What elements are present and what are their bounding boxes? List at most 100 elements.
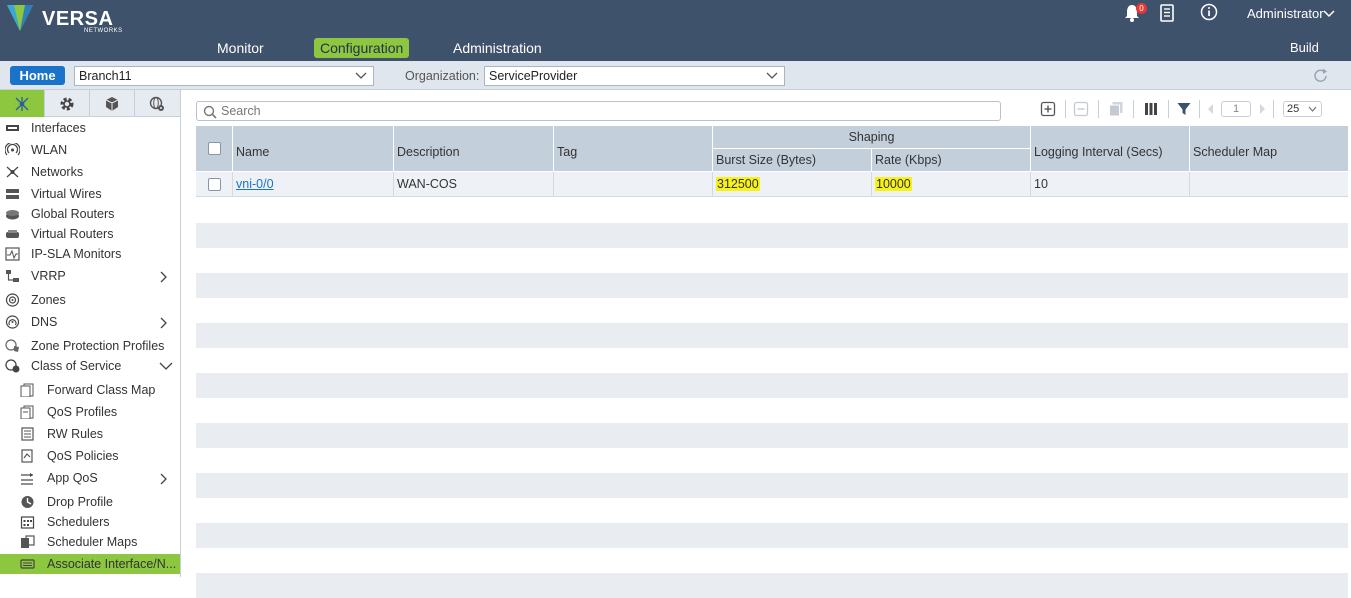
refresh-icon[interactable]	[1312, 68, 1330, 84]
sidebar-item-qos-profiles[interactable]: QoS Profiles	[0, 402, 180, 422]
row-name-link[interactable]: vni-0/0	[236, 177, 274, 191]
versa-logo[interactable]: VERSA NETWORKS	[4, 3, 122, 34]
sidebar-item-rw-rules[interactable]: RW Rules	[0, 424, 180, 444]
column-header-scheduler-map[interactable]: Scheduler Map	[1190, 126, 1348, 172]
sidebar-item-label: App QoS	[47, 471, 98, 485]
build-link[interactable]: Build	[1290, 40, 1319, 55]
sidebar-item-global-routers[interactable]: Global Routers	[0, 204, 180, 224]
sidebar-item-label: VRRP	[31, 269, 66, 283]
notification-badge: 0	[1136, 3, 1147, 14]
sidebar-item-forward-class-map[interactable]: Forward Class Map	[0, 380, 180, 400]
cell-name: vni-0/0	[233, 172, 394, 197]
sidebar-item-wlan[interactable]: WLAN	[0, 140, 180, 160]
tab-configuration[interactable]: Configuration	[314, 38, 410, 58]
appliance-select[interactable]: Branch11	[74, 66, 374, 86]
interface-icon	[6, 125, 19, 131]
toolbar-divider	[1098, 100, 1099, 118]
row-checkbox[interactable]	[208, 178, 221, 191]
sidebar-item-label: WLAN	[31, 143, 68, 157]
search-box[interactable]	[196, 101, 1001, 121]
page-size-select[interactable]: 25	[1283, 101, 1322, 117]
sidebar-item-label: Drop Profile	[47, 495, 113, 509]
chevron-right-icon[interactable]	[159, 317, 168, 329]
sidebar-item-interfaces[interactable]: Interfaces	[0, 118, 180, 138]
zones-icon	[5, 293, 20, 307]
column-header-description[interactable]: Description	[394, 126, 554, 172]
column-header-logging-interval[interactable]: Logging Interval (Secs)	[1031, 126, 1190, 172]
user-menu[interactable]: Administrator	[1247, 6, 1324, 21]
sidebar-item-associate-interface-n[interactable]: Associate Interface/N...	[0, 554, 180, 574]
column-header-name[interactable]: Name	[233, 126, 394, 172]
empty-row	[196, 348, 1348, 373]
column-group-shaping-label: Shaping	[848, 130, 895, 144]
header-select-all	[196, 126, 233, 172]
column-header-tag[interactable]: Tag	[554, 126, 713, 172]
column-group-shaping: Shaping	[713, 126, 1031, 149]
sidebar-item-app-qos[interactable]: App QoS	[0, 468, 180, 488]
chevron-down-icon[interactable]	[1323, 9, 1335, 18]
column-header-scheduler-map-label: Scheduler Map	[1193, 145, 1278, 159]
page-number-input[interactable]: 1	[1221, 101, 1251, 117]
chevron-right-icon[interactable]	[159, 271, 168, 283]
empty-row	[196, 223, 1348, 248]
column-header-tag-label: Tag	[557, 145, 578, 159]
table-row[interactable]: vni-0/0 WAN-COS 312500 10000 10	[196, 172, 1348, 197]
filter-icon[interactable]	[1176, 101, 1192, 117]
dns-icon	[5, 315, 20, 329]
sidebar-item-drop-profile[interactable]: Drop Profile	[0, 492, 180, 512]
chevron-down-icon	[766, 72, 778, 79]
clone-icon[interactable]	[1108, 101, 1124, 117]
organization-select-value: ServiceProvider	[489, 69, 578, 83]
wlan-icon	[5, 143, 20, 156]
cell-description: WAN-COS	[394, 172, 554, 197]
sidebar-item-virtual-wires[interactable]: Virtual Wires	[0, 184, 180, 204]
sidebar-tab-objects[interactable]	[90, 90, 135, 117]
sidebar: Interfaces WLAN Networks Virtual Wires Globa…	[0, 90, 181, 577]
vrrp-icon	[6, 270, 19, 282]
sidebar-item-label: QoS Policies	[47, 449, 119, 463]
drop-profile-icon	[21, 496, 34, 508]
qos-profile-icon	[20, 405, 34, 419]
chevron-down-icon[interactable]	[159, 361, 173, 371]
chevron-left-icon[interactable]	[1203, 101, 1219, 117]
select-all-checkbox[interactable]	[208, 142, 221, 155]
info-icon[interactable]	[1200, 3, 1218, 21]
cell-logging-interval: 10	[1031, 172, 1190, 197]
sidebar-item-virtual-routers[interactable]: Virtual Routers	[0, 224, 180, 244]
home-button[interactable]: Home	[10, 66, 65, 85]
columns-icon[interactable]	[1143, 101, 1159, 117]
sidebar-item-dns[interactable]: DNS	[0, 312, 180, 332]
column-header-burst-size[interactable]: Burst Size (Bytes)	[713, 149, 872, 172]
cell-scheduler-map	[1190, 172, 1348, 197]
chevron-right-icon[interactable]	[1254, 101, 1270, 117]
organization-select[interactable]: ServiceProvider	[484, 66, 785, 86]
document-icon[interactable]	[1159, 4, 1175, 22]
tab-administration[interactable]: Administration	[447, 38, 548, 58]
gear-icon	[60, 97, 74, 111]
sidebar-tab-services[interactable]	[45, 90, 90, 117]
search-input[interactable]	[221, 103, 991, 119]
add-icon[interactable]	[1040, 101, 1056, 117]
sidebar-item-zone-protection-profiles[interactable]: Zone Protection Profiles	[0, 336, 180, 356]
sidebar-item-qos-policies[interactable]: QoS Policies	[0, 446, 180, 466]
sidebar-item-ip-sla-monitors[interactable]: IP-SLA Monitors	[0, 244, 180, 264]
sidebar-tab-networking[interactable]	[0, 90, 45, 117]
delete-icon[interactable]	[1073, 101, 1089, 117]
networks-icon	[6, 166, 19, 178]
sidebar-item-scheduler-maps[interactable]: Scheduler Maps	[0, 532, 180, 552]
column-header-rate[interactable]: Rate (Kbps)	[872, 149, 1031, 172]
tab-monitor[interactable]: Monitor	[211, 38, 270, 58]
chevron-down-icon	[1308, 106, 1317, 112]
sidebar-item-label: Virtual Wires	[31, 187, 102, 201]
empty-row	[196, 423, 1348, 448]
sidebar-item-networks[interactable]: Networks	[0, 162, 180, 182]
sidebar-item-zones[interactable]: Zones	[0, 290, 180, 310]
sidebar-tab-others[interactable]	[135, 90, 180, 117]
chevron-right-icon[interactable]	[159, 473, 168, 485]
zone-protection-icon	[5, 339, 19, 352]
sidebar-item-label: Zones	[31, 293, 66, 307]
sidebar-item-vrrp[interactable]: VRRP	[0, 266, 180, 286]
sidebar-item-schedulers[interactable]: Schedulers	[0, 512, 180, 532]
sidebar-item-label: Associate Interface/N...	[47, 557, 177, 571]
sidebar-item-class-of-service[interactable]: Class of Service	[0, 356, 180, 376]
